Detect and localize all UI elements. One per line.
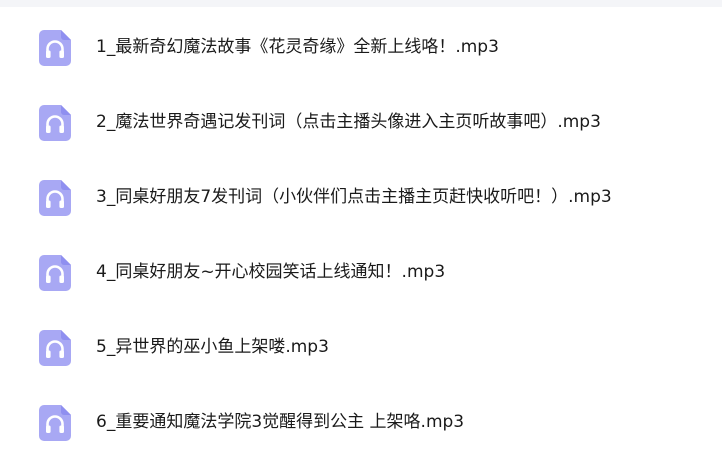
file-name[interactable]: 4_同桌好朋友~开心校园笑话上线通知！.mp3 (96, 261, 445, 283)
file-row[interactable]: 6_重要通知魔法学院3觉醒得到公主 上架咯.mp3 (0, 392, 722, 452)
audio-file-icon (39, 330, 71, 366)
file-name[interactable]: 6_重要通知魔法学院3觉醒得到公主 上架咯.mp3 (96, 411, 464, 433)
audio-file-icon (39, 30, 71, 66)
file-name[interactable]: 2_魔法世界奇遇记发刊词（点击主播头像进入主页听故事吧）.mp3 (96, 111, 601, 133)
audio-file-icon (39, 405, 71, 441)
file-row[interactable]: 5_异世界的巫小鱼上架喽.mp3 (0, 317, 722, 377)
file-row[interactable]: 1_最新奇幻魔法故事《花灵奇缘》全新上线咯！.mp3 (0, 17, 722, 77)
file-name[interactable]: 3_同桌好朋友7发刊词（小伙伴们点击主播主页赶快收听吧！）.mp3 (96, 186, 612, 208)
file-row[interactable]: 3_同桌好朋友7发刊词（小伙伴们点击主播主页赶快收听吧！）.mp3 (0, 167, 722, 227)
file-name[interactable]: 1_最新奇幻魔法故事《花灵奇缘》全新上线咯！.mp3 (96, 36, 499, 58)
file-list: 1_最新奇幻魔法故事《花灵奇缘》全新上线咯！.mp3 2_魔法世界奇遇记发刊词（… (0, 0, 722, 461)
file-row[interactable]: 4_同桌好朋友~开心校园笑话上线通知！.mp3 (0, 242, 722, 302)
file-name[interactable]: 5_异世界的巫小鱼上架喽.mp3 (96, 336, 329, 358)
audio-file-icon (39, 255, 71, 291)
audio-file-icon (39, 180, 71, 216)
file-row[interactable]: 2_魔法世界奇遇记发刊词（点击主播头像进入主页听故事吧）.mp3 (0, 92, 722, 152)
audio-file-icon (39, 105, 71, 141)
